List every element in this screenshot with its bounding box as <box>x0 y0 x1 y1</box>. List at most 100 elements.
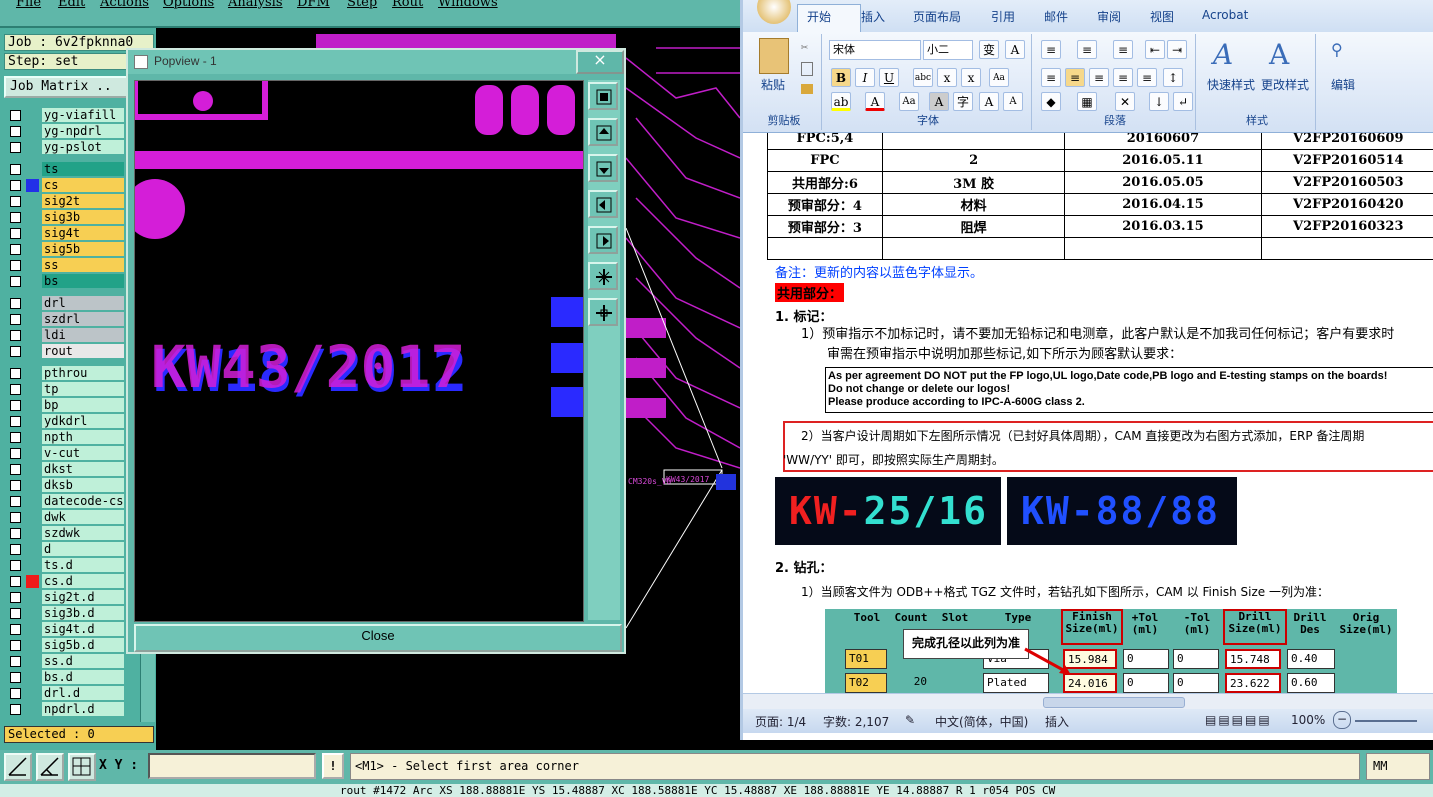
layer-name[interactable]: szdrl <box>42 312 124 326</box>
layer-checkbox[interactable] <box>10 496 21 507</box>
layer-name[interactable]: ydkdrl <box>42 414 124 428</box>
layer-name[interactable]: yg-npdrl <box>42 124 124 138</box>
increase-indent-icon[interactable]: ⇥ <box>1167 40 1187 59</box>
close-icon[interactable]: × <box>576 50 624 74</box>
change-styles-label[interactable]: 更改样式 <box>1257 76 1313 93</box>
pan-right-icon[interactable] <box>588 226 618 254</box>
layer-checkbox[interactable] <box>10 544 21 555</box>
layer-checkbox[interactable] <box>10 592 21 603</box>
units-selector[interactable]: MM <box>1366 753 1430 780</box>
layer-row[interactable]: dwk <box>6 510 124 525</box>
layer-checkbox[interactable] <box>10 400 21 411</box>
layer-name[interactable]: drl <box>42 296 124 310</box>
layer-name[interactable]: sig2t.d <box>42 590 124 604</box>
layer-checkbox[interactable] <box>10 464 21 475</box>
layer-checkbox[interactable] <box>10 688 21 699</box>
subscript-icon[interactable]: x <box>937 68 957 87</box>
layer-checkbox[interactable] <box>10 346 21 357</box>
layer-row[interactable]: szdrl <box>6 312 124 327</box>
layer-name[interactable]: szdwk <box>42 526 124 540</box>
layer-row[interactable]: tp <box>6 382 124 397</box>
layer-checkbox[interactable] <box>10 416 21 427</box>
layer-name[interactable]: dkst <box>42 462 124 476</box>
enclose-char-icon[interactable]: 字 <box>953 92 973 111</box>
highlight-icon[interactable]: ab <box>831 92 851 111</box>
layer-checkbox[interactable] <box>10 260 21 271</box>
line-spacing-icon[interactable]: ↕ <box>1163 68 1183 87</box>
layer-row[interactable]: ts.d <box>6 558 124 573</box>
angle-icon[interactable] <box>36 753 64 781</box>
shrink-font-icon[interactable]: A <box>1003 92 1023 111</box>
char-shading-icon[interactable]: A <box>929 92 949 111</box>
layer-row[interactable]: sig5b <box>6 242 124 257</box>
layer-name[interactable]: cs <box>42 178 124 192</box>
tab-references[interactable]: 引用 <box>991 8 1015 25</box>
alert-button[interactable]: ! <box>322 753 344 779</box>
layer-name[interactable]: yg-viafill <box>42 108 124 122</box>
layer-checkbox[interactable] <box>10 672 21 683</box>
format-painter-icon[interactable] <box>801 84 813 94</box>
change-case-icon[interactable]: Aa <box>899 92 919 111</box>
layer-name[interactable]: datecode-cs <box>42 494 124 508</box>
layer-checkbox[interactable] <box>10 298 21 309</box>
italic-icon[interactable]: I <box>855 68 875 87</box>
layer-name[interactable]: sig5b <box>42 242 124 256</box>
menu-analysis[interactable]: Analysis <box>228 0 283 10</box>
cut-icon[interactable]: ✂ <box>801 40 808 54</box>
xy-input[interactable] <box>148 753 316 779</box>
zoom-level[interactable]: 100% <box>1291 713 1325 727</box>
layer-row[interactable]: sig3b <box>6 210 124 225</box>
popview-close-button[interactable]: Close <box>134 624 622 652</box>
sort-icon[interactable]: ↓ <box>1149 92 1169 111</box>
layer-row[interactable]: dkst <box>6 462 124 477</box>
popview-canvas[interactable]: KW18/2012 KW43/2017 <box>134 80 584 622</box>
layer-checkbox[interactable] <box>10 276 21 287</box>
horizontal-scrollbar[interactable] <box>743 693 1433 710</box>
layer-row[interactable]: sig4t.d <box>6 622 124 637</box>
insert-mode[interactable]: 插入 <box>1045 713 1069 730</box>
layer-name[interactable]: dwk <box>42 510 124 524</box>
layer-checkbox[interactable] <box>10 330 21 341</box>
layer-row[interactable]: yg-viafill <box>6 108 124 123</box>
layer-checkbox[interactable] <box>10 480 21 491</box>
menu-options[interactable]: Options <box>163 0 214 10</box>
layer-checkbox[interactable] <box>10 126 21 137</box>
scroll-thumb[interactable] <box>1043 697 1185 708</box>
layer-checkbox[interactable] <box>10 196 21 207</box>
layer-row[interactable]: ss <box>6 258 124 273</box>
layer-name[interactable]: cs.d <box>42 574 124 588</box>
menu-step[interactable]: Step <box>347 0 377 10</box>
word-count[interactable]: 字数: 2,107 <box>823 713 889 730</box>
layer-row[interactable]: yg-pslot <box>6 140 124 155</box>
bold-icon[interactable]: B <box>831 68 851 87</box>
layer-row[interactable]: pthrou <box>6 366 124 381</box>
layer-row[interactable]: sig2t.d <box>6 590 124 605</box>
layer-name[interactable]: ts.d <box>42 558 124 572</box>
layer-checkbox[interactable] <box>10 314 21 325</box>
layer-name[interactable]: sig2t <box>42 194 124 208</box>
layer-name[interactable]: ss <box>42 258 124 272</box>
job-matrix-button[interactable]: Job Matrix .. <box>4 76 130 98</box>
layer-name[interactable]: ss.d <box>42 654 124 668</box>
layer-name[interactable]: sig4t <box>42 226 124 240</box>
clear-format-icon[interactable]: Aa <box>989 68 1009 87</box>
layer-row[interactable]: ydkdrl <box>6 414 124 429</box>
layer-name[interactable]: sig3b <box>42 210 124 224</box>
layer-row[interactable]: bs <box>6 274 124 289</box>
layer-checkbox[interactable] <box>10 656 21 667</box>
underline-icon[interactable]: U <box>879 68 899 87</box>
layer-name[interactable]: dksb <box>42 478 124 492</box>
page-count[interactable]: 页面: 1/4 <box>755 713 806 730</box>
zoom-in-icon[interactable] <box>588 262 618 290</box>
borders-icon[interactable]: ▦ <box>1077 92 1097 111</box>
tab-acrobat[interactable]: Acrobat <box>1202 8 1248 22</box>
layer-checkbox[interactable] <box>10 180 21 191</box>
layer-row[interactable]: dksb <box>6 478 124 493</box>
menu-actions[interactable]: Actions <box>100 0 149 10</box>
layer-name[interactable]: rout <box>42 344 124 358</box>
layer-row[interactable]: npdrl.d <box>6 702 124 717</box>
office-button-icon[interactable] <box>757 0 791 24</box>
decrease-indent-icon[interactable]: ⇤ <box>1145 40 1165 59</box>
layer-row[interactable]: npth <box>6 430 124 445</box>
layer-row[interactable]: cs.d <box>6 574 124 589</box>
